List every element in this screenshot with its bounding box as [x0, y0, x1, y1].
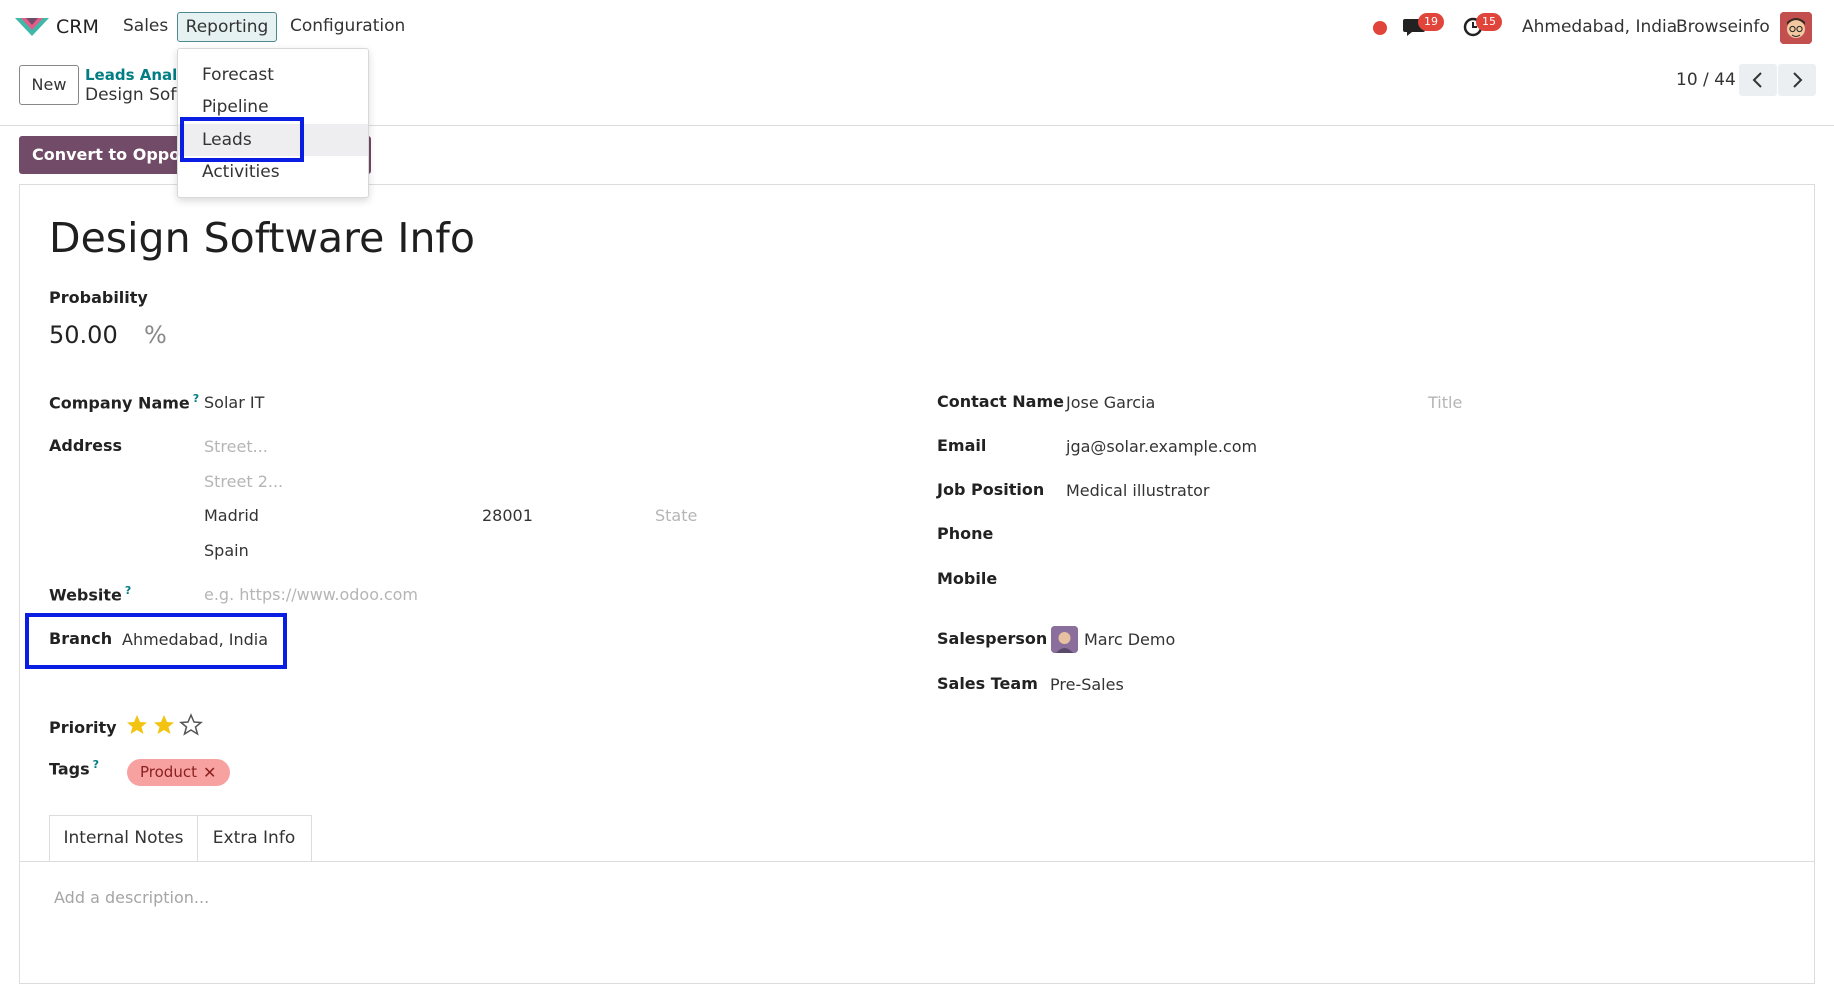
sales-team-field[interactable]: Pre-Sales: [1050, 675, 1124, 694]
breadcrumb-current: Design Software Info: [85, 85, 185, 105]
company-switcher[interactable]: Browseinfo: [1676, 17, 1770, 37]
user-avatar[interactable]: [1780, 12, 1812, 44]
new-button[interactable]: New: [19, 65, 79, 105]
star-empty-icon[interactable]: [179, 713, 203, 736]
zip-input[interactable]: 28001: [482, 506, 533, 525]
menu-reporting[interactable]: Reporting: [177, 12, 277, 42]
description-editor[interactable]: Add a description...: [54, 888, 209, 907]
messages-badge: 19: [1418, 13, 1444, 31]
email-field[interactable]: jga@solar.example.com: [1066, 437, 1257, 456]
pager-next-button[interactable]: [1778, 64, 1816, 96]
salesperson-avatar: [1051, 626, 1078, 653]
priority-widget[interactable]: [125, 713, 209, 743]
priority-label: Priority: [49, 718, 117, 737]
tags-label: Tags?: [49, 758, 100, 779]
probability-unit: %: [144, 321, 167, 349]
sales-team-label: Sales Team: [937, 674, 1038, 693]
form-sheet: [19, 184, 1815, 984]
contact-name-field[interactable]: Jose Garcia: [1066, 393, 1155, 412]
tabs-divider: [19, 861, 1815, 862]
website-input[interactable]: e.g. https://www.odoo.com: [204, 585, 418, 604]
address-label: Address: [49, 436, 123, 455]
salesperson-label: Salesperson: [937, 629, 1048, 648]
pager-value[interactable]: 10 / 44: [1676, 70, 1736, 90]
menu-item-forecast[interactable]: Forecast: [178, 59, 368, 91]
status-dot-icon[interactable]: [1373, 21, 1387, 35]
job-position-field[interactable]: Medical illustrator: [1066, 481, 1210, 500]
menu-sales[interactable]: Sales: [123, 16, 168, 36]
pager-previous-button[interactable]: [1739, 64, 1777, 96]
leads-highlight-box: [180, 117, 304, 162]
app-name[interactable]: CRM: [56, 16, 99, 38]
lead-title[interactable]: Design Software Info: [49, 214, 475, 262]
close-icon[interactable]: ✕: [203, 759, 216, 786]
help-tooltip-icon[interactable]: ?: [93, 758, 99, 771]
crm-logo-icon[interactable]: [15, 16, 49, 38]
probability-label: Probability: [49, 288, 148, 307]
star-filled-icon[interactable]: [154, 715, 174, 734]
chevron-left-icon: [1752, 72, 1762, 88]
tag-label: Product: [140, 763, 197, 781]
street2-input[interactable]: Street 2...: [204, 472, 283, 491]
email-label: Email: [937, 436, 987, 455]
company-name-label: Company Name?: [49, 392, 200, 413]
contact-title-select[interactable]: Title: [1428, 393, 1462, 412]
street-input[interactable]: Street...: [204, 437, 268, 456]
mobile-label: Mobile: [937, 569, 998, 588]
company-name-field[interactable]: Solar IT: [204, 393, 264, 412]
help-tooltip-icon[interactable]: ?: [193, 392, 199, 405]
menu-configuration[interactable]: Configuration: [290, 16, 405, 36]
contact-name-label: Contact Name: [937, 392, 1064, 411]
chevron-right-icon: [1793, 72, 1803, 88]
tab-extra-info[interactable]: Extra Info: [197, 815, 312, 862]
website-label: Website?: [49, 584, 132, 605]
branch-highlight-box: [25, 613, 287, 669]
help-tooltip-icon[interactable]: ?: [125, 584, 131, 597]
tag-badge[interactable]: Product ✕: [127, 759, 230, 786]
phone-label: Phone: [937, 524, 994, 543]
salesperson-field[interactable]: Marc Demo: [1084, 630, 1175, 649]
state-select[interactable]: State: [655, 506, 697, 525]
probability-input[interactable]: 50.00: [49, 321, 118, 349]
city-input[interactable]: Madrid: [204, 506, 259, 525]
job-position-label: Job Position: [937, 480, 1045, 499]
branch-switcher[interactable]: Ahmedabad, India: [1522, 17, 1677, 37]
star-filled-icon[interactable]: [127, 715, 147, 734]
tab-internal-notes[interactable]: Internal Notes: [49, 815, 198, 862]
country-select[interactable]: Spain: [204, 541, 249, 560]
activities-badge: 15: [1476, 13, 1502, 31]
